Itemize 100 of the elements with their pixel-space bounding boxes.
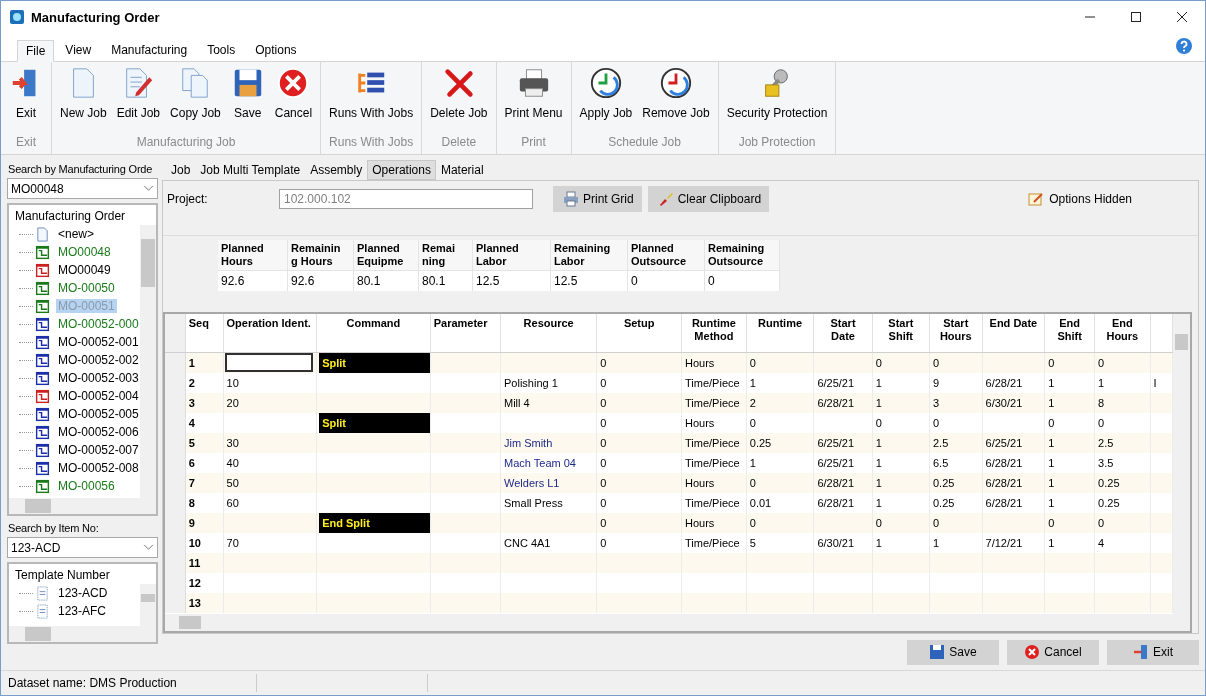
table-cell: 0 <box>749 356 756 369</box>
table-cell: 1 <box>932 536 940 549</box>
table-cell: 0.25 <box>932 476 955 489</box>
menu-tab[interactable]: Options <box>246 39 306 61</box>
column-header: Planned Equipme <box>353 239 419 271</box>
table-cell: 0 <box>627 270 705 291</box>
menu-tab[interactable]: View <box>56 39 101 61</box>
table-cell: 1 <box>1048 476 1055 489</box>
table-cell: 6/25/21 <box>817 376 855 389</box>
table-cell: Time/Piece <box>685 496 740 509</box>
table-cell: 4 <box>188 416 195 429</box>
table-cell: 0 <box>1098 416 1105 429</box>
table-cell: Time/Piece <box>685 376 740 389</box>
table-cell: Time/Piece <box>685 456 740 469</box>
tree-item[interactable]: MO-00052-000 <box>56 317 141 331</box>
help-icon[interactable] <box>1175 37 1193 55</box>
table-cell: 0 <box>704 270 780 291</box>
scrollbar[interactable] <box>9 626 156 642</box>
tab[interactable]: Operations <box>367 159 436 180</box>
table-cell: 6/28/21 <box>817 396 855 409</box>
table-cell: Time/Piece <box>685 536 740 549</box>
table-cell: 0 <box>932 416 940 429</box>
options-toggle[interactable]: Options Hidden <box>1028 190 1132 207</box>
scrollbar[interactable] <box>140 584 156 626</box>
menu-tab[interactable]: File <box>17 40 55 62</box>
table-cell: 0 <box>600 396 607 409</box>
command-cell: Split <box>319 412 430 433</box>
tree-item[interactable]: MO-00056 <box>56 479 117 493</box>
tree-item[interactable]: 123-AFC <box>56 604 109 618</box>
tree-item[interactable]: MO-00052-007 <box>56 443 141 457</box>
table-cell: 6/28/21 <box>817 496 855 509</box>
group-label: Schedule Job <box>608 135 681 151</box>
tree-item[interactable]: MO-00052-006 <box>56 425 141 439</box>
table-cell: 2.5 <box>1098 436 1114 449</box>
ribbon-button[interactable]: Security Protection <box>721 62 833 135</box>
tree-item[interactable]: <new> <box>56 227 97 241</box>
tab[interactable]: Job Multi Template <box>195 159 306 180</box>
table-cell: 0 <box>600 456 607 469</box>
action-button[interactable]: Print Grid <box>553 185 642 212</box>
chevron-icon <box>143 185 154 192</box>
order-combo[interactable]: MO00048 <box>7 178 158 199</box>
item-combo[interactable]: 123-ACD <box>7 537 158 558</box>
table-cell: 0.25 <box>1098 476 1120 489</box>
ribbon-button[interactable]: Copy Job <box>165 62 226 135</box>
field-label: Search by Manufacturing Orde <box>8 163 153 175</box>
pencil-box-icon <box>1028 190 1045 207</box>
tree-item[interactable]: MO00048 <box>56 245 113 259</box>
tree-item[interactable]: MO00049 <box>56 263 113 277</box>
ribbon-button[interactable]: Print Menu <box>499 62 568 135</box>
tree-item[interactable]: MO-00052-004 <box>56 389 141 403</box>
field-label: Search by Item No: <box>8 522 99 534</box>
column-header: Runtime Method <box>681 313 747 353</box>
ribbon-button[interactable]: Runs With Jobs <box>324 62 419 135</box>
menu-tab[interactable]: Manufacturing <box>102 39 197 61</box>
tree-item[interactable]: MO-00050 <box>56 281 117 295</box>
footer-button[interactable]: Save <box>907 639 999 665</box>
table-cell: 0 <box>875 416 882 429</box>
ribbon-button[interactable]: Edit Job <box>111 62 166 135</box>
table-cell: Small Press <box>504 496 563 509</box>
tree-item[interactable]: MO-00052-002 <box>56 353 141 367</box>
table-cell: 60 <box>226 496 239 509</box>
ribbon-button[interactable]: Apply Job <box>574 62 638 135</box>
table-cell: 80.1 <box>418 270 473 291</box>
group-label: Exit <box>16 135 36 151</box>
scrollbar[interactable] <box>140 225 156 498</box>
column-header: Planned Labor <box>472 239 551 271</box>
table-cell: Polishing 1 <box>504 376 558 389</box>
table-cell: 0.25 <box>1098 496 1120 509</box>
cancel-icon <box>276 66 311 100</box>
tree-item[interactable]: MO-00052-003 <box>56 371 141 385</box>
ribbon-button[interactable]: Remove Job <box>637 62 715 135</box>
ribbon-button[interactable]: Exit <box>4 62 48 135</box>
table-cell: 1 <box>749 376 756 389</box>
action-button[interactable]: Clear Clipboard <box>647 185 770 212</box>
scrollbar[interactable] <box>9 498 156 514</box>
cell-editor[interactable] <box>224 353 314 373</box>
tree-item[interactable]: MO-00052-008 <box>56 461 141 475</box>
menu-tab[interactable]: Tools <box>198 39 245 61</box>
ribbon-button[interactable]: Save <box>225 62 270 135</box>
table-cell: 7/12/21 <box>985 536 1023 549</box>
tree-item[interactable]: MO-00052-001 <box>56 335 141 349</box>
ribbon-button[interactable]: Cancel <box>269 62 318 135</box>
tree-item[interactable]: MO-00052-005 <box>56 407 141 421</box>
table-cell: 2.5 <box>932 436 949 449</box>
group-label: Delete <box>441 135 477 151</box>
tab[interactable]: Job <box>166 159 196 180</box>
ribbon-button[interactable]: New Job <box>55 62 112 135</box>
table-cell: Time/Piece <box>685 396 740 409</box>
table-cell: 6.5 <box>932 456 949 469</box>
table-cell: 0 <box>749 516 756 529</box>
table-cell: 6/28/21 <box>985 476 1023 489</box>
tab[interactable]: Material <box>435 159 489 180</box>
tree-item[interactable]: 123-ACD <box>56 586 110 600</box>
document-icon <box>35 603 50 619</box>
column-header: Seq <box>185 313 224 353</box>
ribbon-button[interactable]: Delete Job <box>425 62 493 135</box>
tab[interactable]: Assembly <box>305 159 368 180</box>
footer-button[interactable]: Cancel <box>1007 639 1099 665</box>
footer-button[interactable]: Exit <box>1107 639 1199 665</box>
table-cell: 1 <box>1048 496 1055 509</box>
